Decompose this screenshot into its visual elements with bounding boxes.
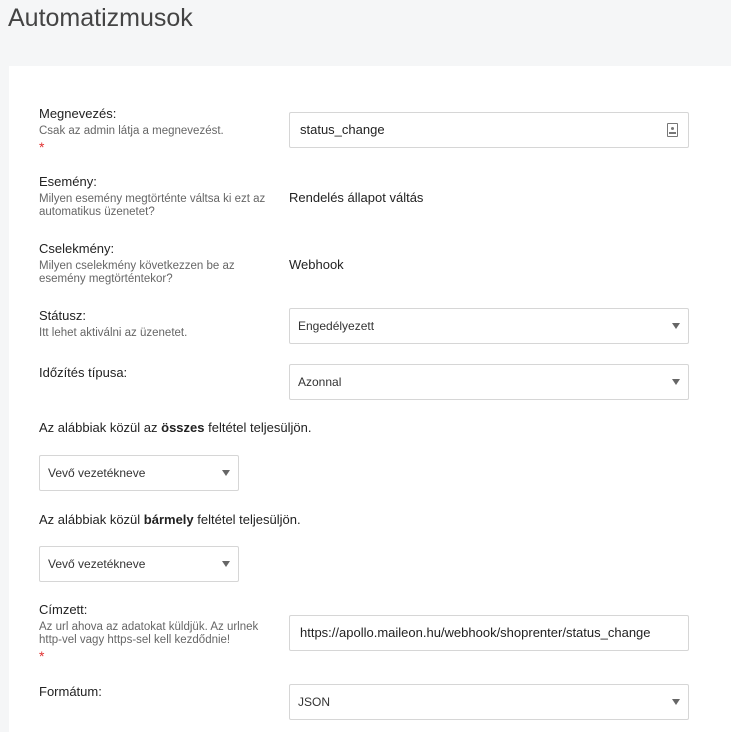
conditions-any-prefix: Az alábbiak közül [39,512,144,527]
conditions-any-select[interactable]: Vevő vezetékneve [39,546,239,582]
name-required-mark: * [39,139,45,155]
conditions-all-emph: összes [161,420,205,435]
conditions-all-prefix: Az alábbiak közül az [39,420,162,435]
chevron-down-icon [672,379,680,385]
conditions-all-suffix: feltétel teljesüljön. [204,420,312,435]
timing-select[interactable]: Azonnal [289,364,689,400]
format-label: Formátum: [39,684,102,699]
conditions-any-text: Az alábbiak közül bármely feltétel telje… [39,512,301,527]
chevron-down-icon [672,699,680,705]
conditions-any-suffix: feltétel teljesüljön. [193,512,301,527]
event-value: Rendelés állapot váltás [289,190,424,205]
page-title: Automatizmusok [8,4,193,32]
recipient-url-input[interactable]: https://apollo.maileon.hu/webhook/shopre… [289,615,689,651]
timing-select-value: Azonnal [298,375,342,389]
name-input[interactable]: status_change [289,112,689,148]
timing-label: Időzítés típusa: [39,365,128,380]
chevron-down-icon [222,470,230,476]
status-hint: Itt lehet aktiválni az üzenetet. [39,327,188,339]
event-hint: Milyen esemény megtörténte váltsa ki ezt… [39,193,266,218]
action-hint: Milyen cselekmény következzen be az esem… [39,260,235,285]
recipient-hint: Az url ahova az adatokat küldjük. Az url… [39,621,259,646]
conditions-any-select-value: Vevő vezetékneve [48,557,146,571]
name-input-value: status_change [300,122,385,137]
format-select-value: JSON [298,695,331,709]
format-select[interactable]: JSON [289,684,689,720]
status-select-value: Engedélyezett [298,319,375,333]
name-label: Megnevezés: [39,106,117,121]
action-value: Webhook [289,257,344,272]
recipient-required-mark: * [39,648,45,664]
status-select[interactable]: Engedélyezett [289,308,689,344]
conditions-any-emph: bármely [143,512,194,527]
conditions-all-select-value: Vevő vezetékneve [48,466,146,480]
event-label: Esemény: [39,174,97,189]
recipient-label: Címzett: [39,602,88,617]
recipient-url-value: https://apollo.maileon.hu/webhook/shopre… [300,625,651,640]
status-label: Státusz: [39,308,86,323]
chevron-down-icon [222,561,230,567]
chevron-down-icon [672,323,680,329]
conditions-all-select[interactable]: Vevő vezetékneve [39,455,239,491]
conditions-all-text: Az alábbiak közül az összes feltétel tel… [39,420,311,435]
contact-card-icon[interactable] [667,123,678,137]
action-label: Cselekmény: [39,241,115,256]
name-hint: Csak az admin látja a megnevezést. [39,125,224,137]
